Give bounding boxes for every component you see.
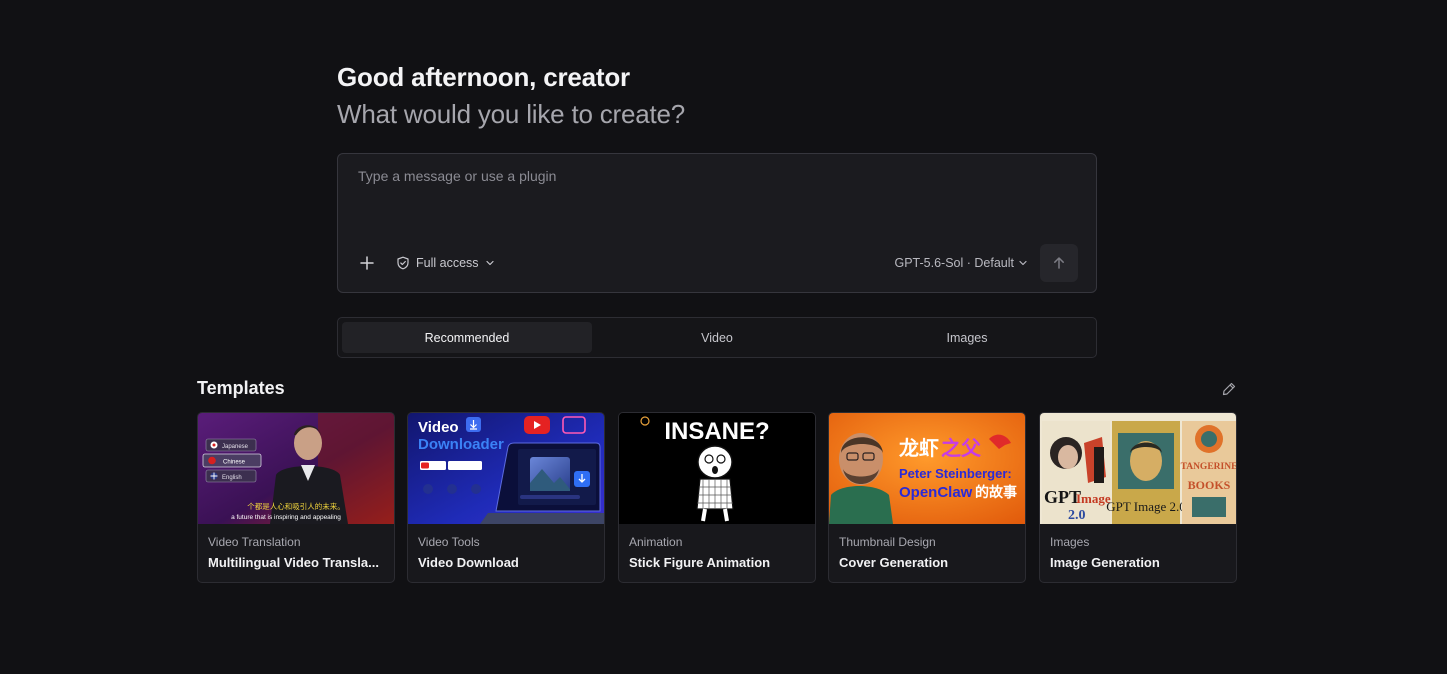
- model-selector[interactable]: GPT-5.6-Sol · Default: [895, 253, 1029, 273]
- message-composer: Full access GPT-5.6-Sol · Default: [337, 153, 1097, 293]
- thumb-title-cn-accent: 之父: [941, 436, 982, 460]
- poster-books: BOOKS: [1188, 478, 1231, 492]
- thumb-name: Peter Steinberger:: [899, 466, 1012, 481]
- card-title: Multilingual Video Transla...: [208, 555, 379, 570]
- chevron-down-icon: [485, 260, 494, 266]
- card-category: Animation: [629, 535, 683, 549]
- thumb-heading-downloader: Downloader: [418, 436, 504, 453]
- tab-images[interactable]: Images: [842, 322, 1092, 353]
- access-level-label: Full access: [416, 256, 479, 270]
- video-download-thumbnail: Video Downloader: [408, 413, 604, 524]
- lang-english: English: [222, 475, 242, 481]
- model-label: GPT-5.6-Sol · Default: [894, 256, 1015, 270]
- card-category: Thumbnail Design: [839, 535, 936, 549]
- cover-generation-thumbnail: 龙虾 之父 Peter Steinberger: OpenClaw 的故事: [829, 413, 1025, 524]
- subtitle-english: a future that is inspiring and appealing: [231, 514, 341, 521]
- template-card-image-generation[interactable]: GPT Image 2.0 GPT Image 2.0 TANGERINE BO…: [1039, 412, 1237, 583]
- lang-chinese: Chinese: [223, 460, 246, 466]
- shield-check-icon: [397, 256, 409, 270]
- template-card-cover-generation[interactable]: 龙虾 之父 Peter Steinberger: OpenClaw 的故事 Th…: [828, 412, 1026, 583]
- greeting-subtitle: What would you like to create?: [337, 99, 686, 129]
- add-attachment-button[interactable]: [356, 252, 378, 274]
- card-category: Video Tools: [418, 535, 480, 549]
- message-input[interactable]: [358, 168, 1078, 228]
- template-card-stick-figure[interactable]: INSANE? Animation Stick Figure Animation: [618, 412, 816, 583]
- thumb-openclaw: OpenClaw: [899, 484, 973, 501]
- image-generation-thumbnail: GPT Image 2.0 GPT Image 2.0 TANGERINE BO…: [1040, 413, 1236, 524]
- pen-icon: [1222, 382, 1236, 396]
- card-title: Stick Figure Animation: [629, 555, 771, 570]
- access-level-selector[interactable]: Full access: [396, 253, 495, 273]
- templates-heading: Templates: [197, 378, 285, 398]
- tab-recommended[interactable]: Recommended: [342, 322, 592, 353]
- chevron-down-icon: [1019, 260, 1027, 266]
- video-translation-thumbnail: Japanese Chinese English 个都是人心和吸引人的未来。 a…: [198, 413, 394, 524]
- card-title: Cover Generation: [839, 555, 949, 570]
- lang-japanese: Japanese: [222, 444, 249, 450]
- poster-tangerine: TANGERINE: [1181, 462, 1236, 472]
- poster-version: 2.0: [1068, 508, 1086, 523]
- template-card-video-translation[interactable]: Japanese Chinese English 个都是人心和吸引人的未来。 a…: [197, 412, 395, 583]
- card-title: Video Download: [418, 555, 519, 570]
- card-category: Video Translation: [208, 535, 301, 549]
- card-category: Images: [1050, 535, 1090, 549]
- thumb-title-cn: 龙虾: [899, 436, 939, 460]
- stick-figure-thumbnail: INSANE?: [619, 413, 815, 524]
- thumb-story: 的故事: [975, 484, 1017, 501]
- subtitle-chinese: 个都是人心和吸引人的未来。: [247, 501, 345, 511]
- plus-icon: [360, 256, 374, 270]
- send-button[interactable]: [1040, 244, 1078, 282]
- card-title: Image Generation: [1050, 555, 1160, 570]
- poster-gpt-image: GPT Image 2.0: [1106, 499, 1186, 514]
- thumb-heading-insane: INSANE?: [664, 418, 769, 445]
- edit-templates-button[interactable]: [1219, 379, 1239, 399]
- tab-video[interactable]: Video: [592, 322, 842, 353]
- thumb-heading-video: Video: [418, 419, 459, 436]
- arrow-up-icon: [1054, 257, 1064, 269]
- greeting-title: Good afternoon, creator: [337, 62, 630, 92]
- template-card-video-download[interactable]: Video Downloader Video Tools Video Downl…: [407, 412, 605, 583]
- category-tabs: Recommended Video Images: [337, 317, 1097, 358]
